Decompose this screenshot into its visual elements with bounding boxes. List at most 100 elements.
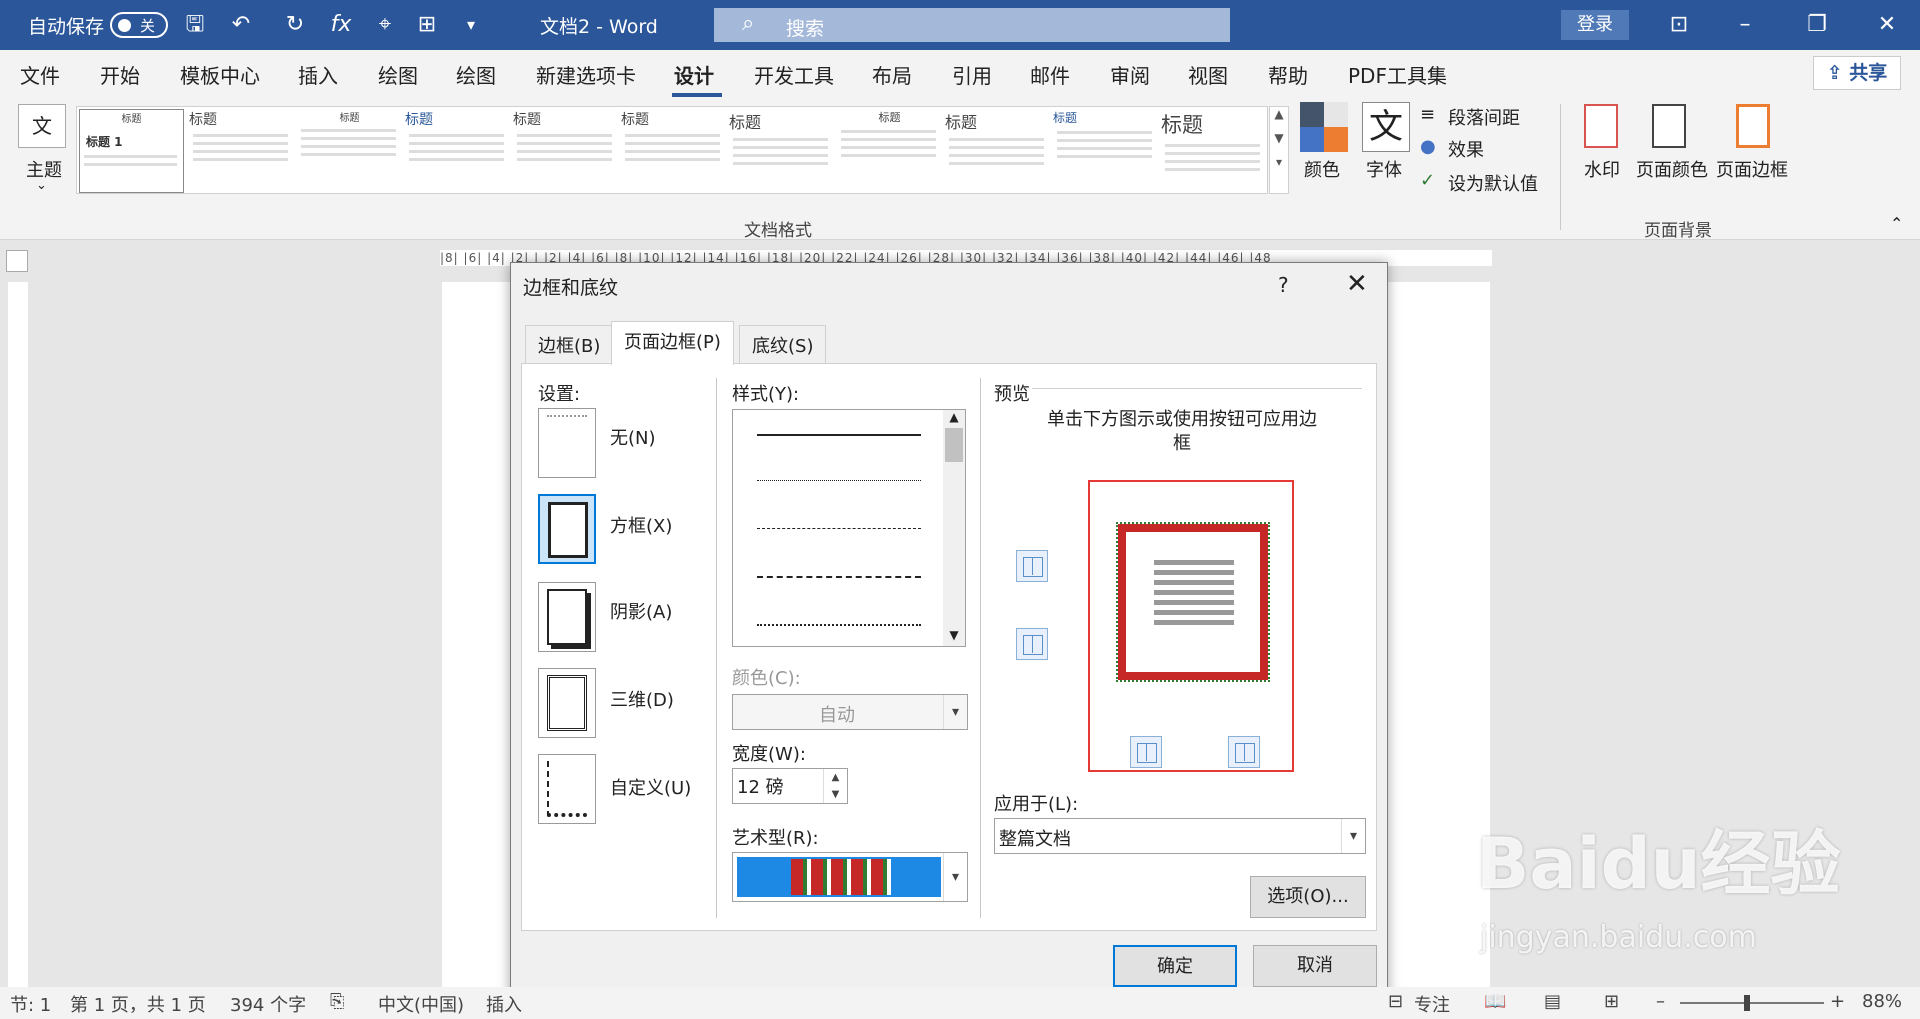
fonts-icon[interactable]: 文 (1362, 102, 1410, 152)
setting-shadow-thumb[interactable] (538, 582, 596, 652)
collapse-ribbon-icon[interactable]: ⌃ (1890, 214, 1903, 233)
color-dropdown[interactable]: 自动 ▾ (732, 694, 968, 730)
style-set-item[interactable]: 标题 (837, 109, 942, 193)
close-icon[interactable]: ✕ (1346, 269, 1368, 299)
zoom-level[interactable]: 88% (1862, 991, 1902, 1012)
help-icon[interactable]: ? (1278, 273, 1289, 297)
customize-qat-icon[interactable]: ▾ (456, 10, 486, 40)
function-icon[interactable]: fx (326, 10, 356, 40)
ribbon-display-icon[interactable]: ⊡ (1664, 10, 1694, 40)
focus-mode[interactable]: 专注 (1414, 991, 1450, 1017)
colors-icon[interactable] (1300, 102, 1348, 152)
style-set-gallery[interactable]: 标题 标题 1 标题 标题 标题 标题 标题 标题 标题 标题 标题 标题 (76, 106, 1268, 194)
setting-custom[interactable]: 自定义(U) (610, 774, 691, 800)
undo-icon[interactable]: ↶ (226, 10, 256, 40)
tab-shading[interactable]: 底纹(S) (739, 325, 827, 363)
minimize-icon[interactable]: – (1730, 10, 1760, 40)
tab-developer[interactable]: 开发工具 (754, 60, 834, 89)
zoom-slider[interactable] (1680, 995, 1824, 1011)
watermark-button-label[interactable]: 水印 (1584, 156, 1620, 182)
page-indicator[interactable]: 第 1 页，共 1 页 (70, 991, 206, 1017)
setting-shadow[interactable]: 阴影(A) (610, 598, 672, 624)
page-color-icon[interactable] (1652, 104, 1686, 148)
set-default-icon[interactable]: ✓ (1420, 170, 1435, 191)
language-indicator[interactable]: 中文(中国) (378, 991, 464, 1017)
style-set-item[interactable]: 标题 (405, 109, 510, 193)
tab-borders[interactable]: 边框(B) (525, 325, 614, 363)
read-mode-icon[interactable]: 📖 (1484, 991, 1506, 1012)
org-chart-icon[interactable]: ⊞ (412, 10, 442, 40)
tab-references[interactable]: 引用 (952, 60, 992, 89)
bottom-left-border-icon[interactable] (1130, 736, 1162, 768)
paragraph-spacing-button[interactable]: 段落间距 (1448, 104, 1520, 130)
setting-none-thumb[interactable] (538, 408, 596, 478)
style-set-item[interactable]: 标题 (1161, 109, 1266, 193)
redo-icon[interactable]: ↻ (280, 10, 310, 40)
style-set-item[interactable]: 标题 (189, 109, 294, 193)
tab-file[interactable]: 文件 (20, 60, 60, 89)
style-set-item[interactable]: 标题 (945, 109, 1050, 193)
zoom-in-icon[interactable]: + (1830, 991, 1845, 1012)
gallery-scroll[interactable]: ▲ ▼ ▾ (1269, 106, 1289, 194)
colors-button-label[interactable]: 颜色 (1304, 156, 1340, 182)
autosave-toggle[interactable]: 关 (110, 12, 168, 38)
effects-icon[interactable]: ● (1420, 136, 1436, 157)
focus-icon[interactable]: ⊟ (1388, 991, 1403, 1012)
tab-pdf-tools[interactable]: PDF工具集 (1348, 60, 1447, 89)
tab-draw-2[interactable]: 绘图 (456, 60, 496, 89)
theme-chevron-icon[interactable]: ⌄ (36, 178, 47, 193)
style-list-scrollbar[interactable]: ▲ ▼ (943, 410, 965, 646)
tab-view[interactable]: 视图 (1188, 60, 1228, 89)
width-spinner[interactable]: 12 磅 ▲ ▼ (732, 768, 848, 804)
login-button[interactable]: 登录 (1561, 10, 1629, 40)
theme-icon[interactable]: 文 (18, 104, 66, 148)
setting-3d[interactable]: 三维(D) (610, 686, 674, 712)
border-preview[interactable] (1088, 480, 1294, 772)
ok-button[interactable]: 确定 (1113, 945, 1237, 987)
scroll-thumb[interactable] (945, 428, 963, 462)
tab-draw[interactable]: 绘图 (378, 60, 418, 89)
bottom-border-icon[interactable] (1016, 628, 1048, 660)
style-option-dash-dot[interactable] (757, 624, 921, 626)
page-border-icon[interactable] (1736, 104, 1770, 148)
web-layout-icon[interactable]: ⊞ (1604, 991, 1619, 1012)
fonts-button-label[interactable]: 字体 (1366, 156, 1402, 182)
zoom-slider-thumb[interactable] (1744, 995, 1750, 1011)
page-border-button-label[interactable]: 页面边框 (1716, 156, 1788, 182)
style-set-item[interactable]: 标题 (1053, 109, 1158, 193)
top-border-icon[interactable] (1016, 550, 1048, 582)
style-option-dotted[interactable] (757, 480, 921, 481)
section-indicator[interactable]: 节: 1 (10, 991, 51, 1017)
search-box[interactable]: ⌕ 搜索 (714, 8, 1230, 42)
setting-custom-thumb[interactable] (538, 754, 596, 824)
setting-box[interactable]: 方框(X) (610, 512, 672, 538)
proofing-icon[interactable]: ⎘ (330, 991, 344, 1012)
spinner-icon[interactable]: ▲ ▼ (823, 769, 847, 803)
select-icon[interactable]: ⌖ (370, 10, 400, 40)
gallery-up-icon[interactable]: ▲ (1270, 107, 1288, 121)
tab-new-tab[interactable]: 新建选项卡 (536, 60, 636, 89)
style-set-item[interactable]: 标题 标题 1 (79, 109, 184, 193)
gallery-more-icon[interactable]: ▾ (1270, 155, 1288, 169)
tab-insert[interactable]: 插入 (298, 60, 338, 89)
style-option-dashed[interactable] (757, 576, 921, 578)
cancel-button[interactable]: 取消 (1253, 945, 1377, 987)
style-option-solid[interactable] (757, 434, 921, 436)
word-count[interactable]: 394 个字 (230, 991, 306, 1017)
style-set-item[interactable]: 标题 (297, 109, 402, 193)
tab-mailings[interactable]: 邮件 (1030, 60, 1070, 89)
style-option-dashed-small[interactable] (757, 528, 921, 529)
save-icon[interactable]: 🖫 (180, 10, 210, 40)
watermark-icon[interactable] (1584, 104, 1618, 148)
zoom-out-icon[interactable]: – (1656, 991, 1665, 1012)
scroll-down-icon[interactable]: ▼ (943, 628, 965, 642)
tab-layout[interactable]: 布局 (872, 60, 912, 89)
page-color-button-label[interactable]: 页面颜色 (1636, 156, 1708, 182)
art-dropdown[interactable]: ▾ (732, 852, 968, 902)
vertical-ruler[interactable] (8, 282, 28, 987)
restore-icon[interactable]: ❐ (1802, 10, 1832, 40)
setting-none[interactable]: 无(N) (610, 424, 656, 450)
insert-mode[interactable]: 插入 (486, 991, 522, 1017)
tab-selector-icon[interactable] (6, 250, 28, 272)
scroll-up-icon[interactable]: ▲ (943, 410, 965, 424)
